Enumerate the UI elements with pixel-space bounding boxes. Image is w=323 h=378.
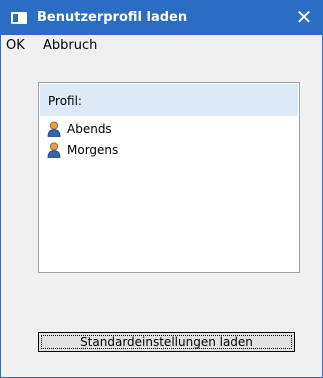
list-header-label: Profil:	[48, 94, 82, 108]
user-icon	[47, 142, 61, 158]
close-icon[interactable]: ✕	[286, 1, 322, 35]
menu-item-ok[interactable]: OK	[6, 38, 25, 53]
profile-listbox[interactable]: Profil: Abends Morgens	[38, 82, 300, 273]
dialog-window: Benutzerprofil laden ✕ OK Abbruch Profil…	[0, 0, 323, 378]
list-item-label: Morgens	[67, 143, 119, 157]
user-icon	[47, 121, 61, 137]
list-item-morgens[interactable]: Morgens	[47, 141, 287, 159]
title-bar: Benutzerprofil laden ✕	[1, 1, 322, 35]
menu-item-abbruch[interactable]: Abbruch	[43, 38, 97, 53]
window-title: Benutzerprofil laden	[37, 10, 188, 25]
load-defaults-button[interactable]: Standardeinstellungen laden	[38, 332, 295, 352]
load-defaults-label: Standardeinstellungen laden	[80, 335, 253, 349]
list-item-abends[interactable]: Abends	[47, 120, 287, 138]
list-header: Profil:	[40, 84, 298, 116]
app-window-icon	[11, 12, 27, 24]
menu-bar: OK Abbruch	[1, 35, 322, 57]
list-item-label: Abends	[67, 122, 112, 136]
